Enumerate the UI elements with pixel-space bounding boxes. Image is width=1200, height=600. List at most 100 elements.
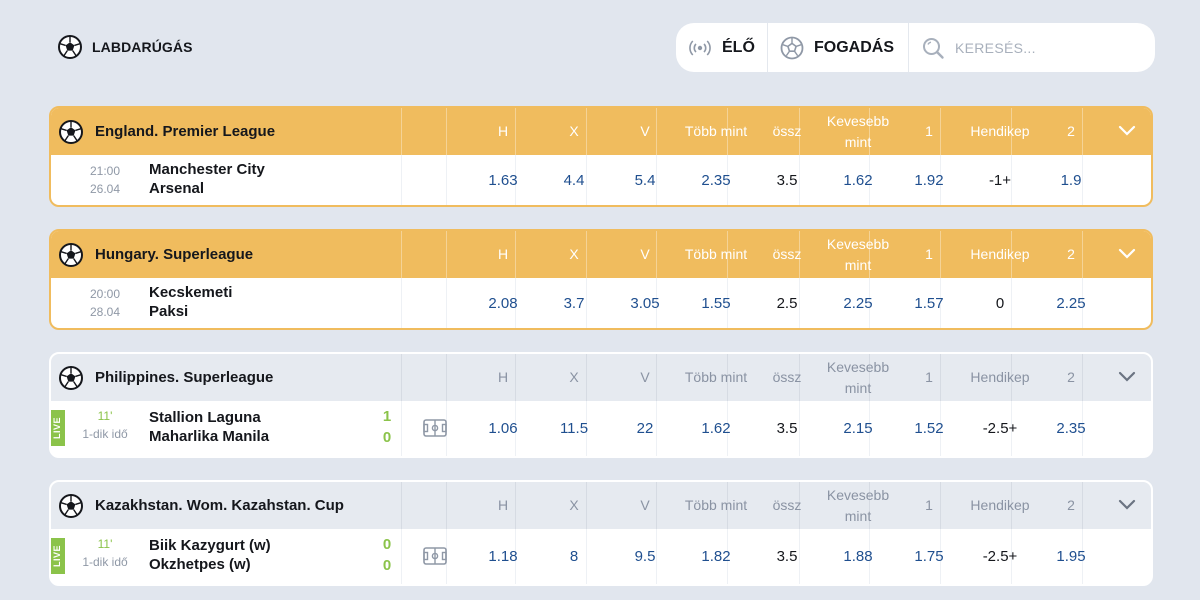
match-teams[interactable]: Biik Kazygurt (w) Okzhetpes (w) — [149, 536, 271, 574]
odds-button[interactable]: 1.55 — [681, 278, 751, 328]
odds-button[interactable]: 11.5 — [539, 401, 609, 456]
chevron-down-icon[interactable] — [1117, 121, 1137, 141]
column-header: 1 — [925, 246, 933, 262]
league-header: Hungary. Superleague H X V Több mint össz Keve… — [51, 231, 1151, 278]
odds-button[interactable]: 1.57 — [894, 278, 964, 328]
league-card: Kazakhstan. Wom. Kazahstan. Cup H X V Több m… — [49, 480, 1153, 586]
column-header: H — [497, 369, 509, 385]
league-name: England. Premier League — [95, 123, 276, 140]
football-field-icon[interactable] — [423, 419, 447, 437]
odds-button[interactable]: 2.25 — [1036, 278, 1106, 328]
odds-button[interactable]: 2.25 — [823, 278, 893, 328]
column-header: 2 — [1067, 497, 1075, 513]
column-header: Több mint — [684, 246, 748, 262]
home-team: Stallion Laguna — [149, 409, 261, 426]
column-header: 1 — [925, 497, 933, 513]
home-score: 1 — [382, 408, 392, 425]
league-title[interactable]: Hungary. Superleague — [59, 231, 253, 278]
match-row[interactable]: LIVE 11' 1-dik idő 1 0 Stallion Laguna Maharli… — [51, 401, 1151, 456]
chevron-down-icon[interactable] — [1117, 367, 1137, 387]
column-header: V — [640, 497, 650, 513]
match-score: 00 — [381, 534, 393, 576]
odds-button[interactable]: 1.9 — [1036, 155, 1106, 205]
odds-button[interactable]: 1.62 — [681, 401, 751, 456]
column-header: Hendikep — [970, 246, 1030, 262]
odds-button[interactable]: 22 — [610, 401, 680, 456]
soccer-ball-icon — [780, 36, 804, 59]
match-period: 1-dik idő — [82, 555, 128, 569]
match-datetime: 21:00 26.04 — [63, 162, 147, 198]
odds-button[interactable]: 2.35 — [681, 155, 751, 205]
odds-button[interactable]: 4.4 — [539, 155, 609, 205]
column-header: V — [640, 123, 650, 139]
league-card: England. Premier League H X V Több mint össz K… — [49, 106, 1153, 207]
odds-button[interactable]: 2.08 — [468, 278, 538, 328]
odds-button[interactable]: 1.62 — [823, 155, 893, 205]
odds-button[interactable]: 1.92 — [894, 155, 964, 205]
match-minute: 11' — [97, 409, 113, 423]
match-teams[interactable]: Stallion Laguna Maharlika Manila — [149, 408, 269, 446]
column-divider — [401, 354, 402, 401]
away-team: Okzhetpes (w) — [149, 556, 251, 573]
column-header: Több mint — [684, 123, 748, 139]
away-score: 0 — [382, 429, 392, 446]
odds-button[interactable]: 3.7 — [539, 278, 609, 328]
column-divider — [446, 231, 447, 278]
odds-button[interactable]: 1.95 — [1036, 529, 1106, 584]
column-divider — [446, 354, 447, 401]
column-header: 1 — [925, 123, 933, 139]
odds-button[interactable]: 1.75 — [894, 529, 964, 584]
league-card: Philippines. Superleague H X V Több mint össz… — [49, 352, 1153, 458]
column-header: Hendikep — [970, 497, 1030, 513]
match-row[interactable]: LIVE 11' 1-dik idő 0 0 Biik Kazygurt (w) Okzhe… — [51, 529, 1151, 584]
odds-button[interactable]: 1.06 — [468, 401, 538, 456]
chevron-down-icon[interactable] — [1117, 244, 1137, 264]
column-header: Hendikep — [970, 123, 1030, 139]
column-divider — [401, 401, 402, 456]
odds-button[interactable]: 1.18 — [468, 529, 538, 584]
column-divider — [446, 278, 447, 328]
line-value: -2.5+ — [982, 420, 1018, 437]
odds-button[interactable]: 2.35 — [1036, 401, 1106, 456]
live-tab[interactable]: ÉLŐ — [676, 23, 767, 72]
mode-switcher: ÉLŐ FOGADÁS — [676, 23, 1155, 72]
search-input[interactable] — [955, 39, 1135, 56]
league-title[interactable]: England. Premier League — [59, 108, 275, 155]
match-date: 26.04 — [89, 182, 121, 196]
league-name: Hungary. Superleague — [95, 246, 254, 263]
league-name: Kazakhstan. Wom. Kazahstan. Cup — [95, 497, 344, 514]
odds-button[interactable]: 1.82 — [681, 529, 751, 584]
live-badge-text: LIVE — [52, 544, 63, 568]
match-teams[interactable]: Kecskemeti Paksi — [149, 283, 232, 321]
column-divider — [446, 108, 447, 155]
match-teams[interactable]: Manchester City Arsenal — [149, 160, 265, 198]
chevron-down-icon[interactable] — [1117, 495, 1137, 515]
league-title[interactable]: Philippines. Superleague — [59, 354, 273, 401]
soccer-ball-icon — [59, 242, 83, 267]
column-header: össz — [772, 497, 802, 513]
odds-button[interactable]: 5.4 — [610, 155, 680, 205]
odds-button[interactable]: 3.05 — [610, 278, 680, 328]
league-title[interactable]: Kazakhstan. Wom. Kazahstan. Cup — [59, 482, 344, 529]
search-box[interactable] — [908, 23, 1155, 72]
column-divider — [401, 108, 402, 155]
sport-title[interactable]: LABDARÚGÁS — [58, 35, 193, 59]
match-row[interactable]: 21:00 26.04 Manchester City Arsenal 1.63 4.4 5… — [51, 155, 1151, 205]
odds-button[interactable]: 9.5 — [610, 529, 680, 584]
bet-tab[interactable]: FOGADÁS — [767, 23, 908, 72]
line-value: 2.5 — [776, 294, 798, 312]
odds-button[interactable]: 1.63 — [468, 155, 538, 205]
odds-button[interactable]: 2.15 — [823, 401, 893, 456]
league-header: Philippines. Superleague H X V Több mint össz… — [51, 354, 1151, 401]
line-value: 3.5 — [776, 171, 798, 189]
soccer-ball-icon — [59, 493, 83, 518]
column-header: Több mint — [684, 369, 748, 385]
odds-button[interactable]: 8 — [539, 529, 609, 584]
soccer-ball-icon — [59, 119, 83, 144]
match-date: 28.04 — [89, 305, 121, 319]
match-row[interactable]: 20:00 28.04 Kecskemeti Paksi 2.08 3.7 3.05 1.55… — [51, 278, 1151, 328]
column-header: össz — [772, 123, 802, 139]
odds-button[interactable]: 1.52 — [894, 401, 964, 456]
odds-button[interactable]: 1.88 — [823, 529, 893, 584]
football-field-icon[interactable] — [423, 547, 447, 565]
